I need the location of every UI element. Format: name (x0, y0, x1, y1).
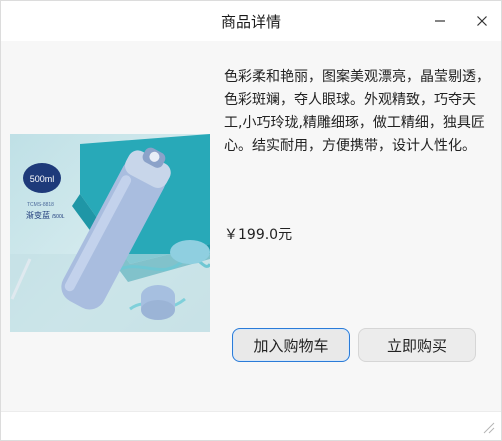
title-bar[interactable]: 商品详情 (1, 1, 501, 41)
product-photo: 500ml TCMS-8818 渐变蓝 /500L (10, 134, 210, 332)
minimize-icon (435, 20, 445, 22)
capacity-badge-text: 500ml (30, 174, 55, 184)
product-image: 500ml TCMS-8818 渐变蓝 /500L (10, 134, 210, 332)
add-to-cart-button[interactable]: 加入购物车 (232, 328, 350, 362)
window-title: 商品详情 (220, 13, 281, 31)
model-text: TCMS-8818 (27, 202, 54, 208)
resize-grip-icon[interactable] (481, 420, 495, 434)
product-description: 色彩柔和艳丽，图案美观漂亮，晶莹剔透，色彩斑斓，夺人眼球。外观精致，巧夺天工,小… (224, 69, 490, 154)
minimize-button[interactable] (428, 9, 452, 33)
close-button[interactable] (470, 9, 494, 33)
product-detail-window: 商品详情 500ml TCMS-8818 渐变蓝 /500L 色彩柔和艳丽，图案… (0, 0, 502, 441)
color-suffix-text: /500L (52, 214, 65, 220)
buy-now-button[interactable]: 立即购买 (358, 328, 476, 362)
color-name-text: 渐变蓝 (26, 210, 50, 220)
product-price: ￥199.0元 (224, 227, 293, 243)
product-content: 500ml TCMS-8818 渐变蓝 /500L 色彩柔和艳丽，图案美观漂亮，… (1, 41, 501, 413)
status-bar (1, 411, 501, 440)
close-icon (477, 16, 487, 26)
